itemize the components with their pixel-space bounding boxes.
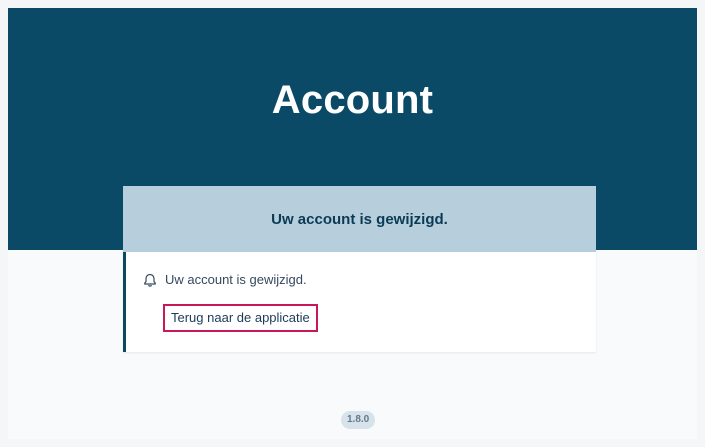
back-to-application-link[interactable]: Terug naar de applicatie: [163, 304, 318, 332]
card-header: Uw account is gewijzigd.: [123, 186, 596, 252]
card-title: Uw account is gewijzigd.: [271, 210, 448, 228]
app-frame: Account Uw account is gewijzigd. Uw acco…: [8, 8, 697, 439]
bell-icon: [143, 273, 157, 287]
status-card: Uw account is gewijzigd. Uw account is g…: [123, 186, 596, 352]
page-title: Account: [271, 78, 434, 122]
notice-row: Uw account is gewijzigd.: [143, 272, 307, 287]
notice-text: Uw account is gewijzigd.: [165, 272, 307, 287]
version-badge: 1.8.0: [341, 411, 376, 429]
card-body: Uw account is gewijzigd. Terug naar de a…: [123, 252, 596, 352]
